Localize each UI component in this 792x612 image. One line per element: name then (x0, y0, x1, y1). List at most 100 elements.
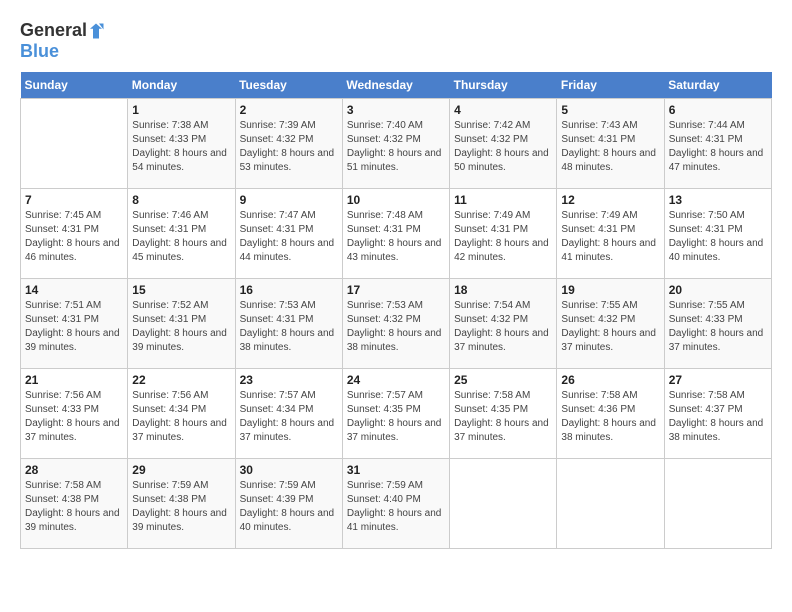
calendar-cell: 22 Sunrise: 7:56 AMSunset: 4:34 PMDayligh… (128, 369, 235, 459)
header-friday: Friday (557, 72, 664, 99)
calendar-cell: 19 Sunrise: 7:55 AMSunset: 4:32 PMDayligh… (557, 279, 664, 369)
day-number: 25 (454, 373, 552, 387)
day-info: Sunrise: 7:57 AMSunset: 4:34 PMDaylight:… (240, 389, 338, 445)
day-number: 21 (25, 373, 123, 387)
calendar-cell: 9 Sunrise: 7:47 AMSunset: 4:31 PMDaylight… (235, 189, 342, 279)
calendar-cell: 27 Sunrise: 7:58 AMSunset: 4:37 PMDayligh… (664, 369, 771, 459)
calendar-cell: 20 Sunrise: 7:55 AMSunset: 4:33 PMDayligh… (664, 279, 771, 369)
day-number: 19 (561, 283, 659, 297)
day-info: Sunrise: 7:59 AMSunset: 4:39 PMDaylight:… (240, 479, 338, 535)
day-info: Sunrise: 7:59 AMSunset: 4:38 PMDaylight:… (132, 479, 230, 535)
header-monday: Monday (128, 72, 235, 99)
calendar-cell: 18Sunrise: 7:54 AMSunset: 4:32 PMDayligh… (450, 279, 557, 369)
calendar-table: SundayMondayTuesdayWednesdayThursdayFrid… (20, 72, 772, 549)
day-info: Sunrise: 7:55 AMSunset: 4:32 PMDaylight:… (561, 299, 659, 355)
calendar-week-4: 28Sunrise: 7:58 AMSunset: 4:38 PMDayligh… (21, 459, 772, 549)
calendar-cell (664, 459, 771, 549)
calendar-cell: 15Sunrise: 7:52 AMSunset: 4:31 PMDayligh… (128, 279, 235, 369)
day-number: 20 (669, 283, 767, 297)
day-number: 12 (561, 193, 659, 207)
day-info: Sunrise: 7:49 AMSunset: 4:31 PMDaylight:… (561, 209, 659, 265)
day-number: 23 (240, 373, 338, 387)
calendar-cell: 29 Sunrise: 7:59 AMSunset: 4:38 PMDayligh… (128, 459, 235, 549)
day-info: Sunrise: 7:53 AMSunset: 4:31 PMDaylight:… (240, 299, 338, 355)
day-info: Sunrise: 7:58 AMSunset: 4:35 PMDaylight:… (454, 389, 552, 445)
day-info: Sunrise: 7:43 AMSunset: 4:31 PMDaylight:… (561, 119, 659, 175)
logo: GeneralBlue (20, 20, 105, 62)
day-info: Sunrise: 7:56 AMSunset: 4:34 PMDaylight:… (132, 389, 230, 445)
day-number: 16 (240, 283, 338, 297)
day-number: 22 (132, 373, 230, 387)
calendar-cell: 7 Sunrise: 7:45 AMSunset: 4:31 PMDaylight… (21, 189, 128, 279)
day-info: Sunrise: 7:45 AMSunset: 4:31 PMDaylight:… (25, 209, 123, 265)
calendar-cell: 16 Sunrise: 7:53 AMSunset: 4:31 PMDayligh… (235, 279, 342, 369)
day-info: Sunrise: 7:58 AMSunset: 4:37 PMDaylight:… (669, 389, 767, 445)
calendar-cell (450, 459, 557, 549)
day-info: Sunrise: 7:50 AMSunset: 4:31 PMDaylight:… (669, 209, 767, 265)
day-info: Sunrise: 7:39 AMSunset: 4:32 PMDaylight:… (240, 119, 338, 175)
calendar-body: 1 Sunrise: 7:38 AMSunset: 4:33 PMDaylight… (21, 99, 772, 549)
day-info: Sunrise: 7:40 AMSunset: 4:32 PMDaylight:… (347, 119, 445, 175)
day-number: 14 (25, 283, 123, 297)
calendar-cell: 12 Sunrise: 7:49 AMSunset: 4:31 PMDayligh… (557, 189, 664, 279)
header-tuesday: Tuesday (235, 72, 342, 99)
day-info: Sunrise: 7:59 AMSunset: 4:40 PMDaylight:… (347, 479, 445, 535)
calendar-cell: 8 Sunrise: 7:46 AMSunset: 4:31 PMDaylight… (128, 189, 235, 279)
day-number: 18 (454, 283, 552, 297)
calendar-cell: 11Sunrise: 7:49 AMSunset: 4:31 PMDayligh… (450, 189, 557, 279)
day-info: Sunrise: 7:58 AMSunset: 4:38 PMDaylight:… (25, 479, 123, 535)
calendar-cell: 25 Sunrise: 7:58 AMSunset: 4:35 PMDayligh… (450, 369, 557, 459)
day-info: Sunrise: 7:51 AMSunset: 4:31 PMDaylight:… (25, 299, 123, 355)
day-info: Sunrise: 7:47 AMSunset: 4:31 PMDaylight:… (240, 209, 338, 265)
calendar-cell: 26Sunrise: 7:58 AMSunset: 4:36 PMDayligh… (557, 369, 664, 459)
day-number: 10 (347, 193, 445, 207)
calendar-cell: 28Sunrise: 7:58 AMSunset: 4:38 PMDayligh… (21, 459, 128, 549)
day-info: Sunrise: 7:55 AMSunset: 4:33 PMDaylight:… (669, 299, 767, 355)
calendar-cell: 21 Sunrise: 7:56 AMSunset: 4:33 PMDayligh… (21, 369, 128, 459)
calendar-cell: 17 Sunrise: 7:53 AMSunset: 4:32 PMDayligh… (342, 279, 449, 369)
header-wednesday: Wednesday (342, 72, 449, 99)
day-number: 4 (454, 103, 552, 117)
calendar-week-3: 21 Sunrise: 7:56 AMSunset: 4:33 PMDayligh… (21, 369, 772, 459)
day-info: Sunrise: 7:56 AMSunset: 4:33 PMDaylight:… (25, 389, 123, 445)
day-info: Sunrise: 7:57 AMSunset: 4:35 PMDaylight:… (347, 389, 445, 445)
calendar-cell: 6 Sunrise: 7:44 AMSunset: 4:31 PMDaylight… (664, 99, 771, 189)
calendar-week-2: 14 Sunrise: 7:51 AMSunset: 4:31 PMDayligh… (21, 279, 772, 369)
calendar-cell: 4 Sunrise: 7:42 AMSunset: 4:32 PMDaylight… (450, 99, 557, 189)
calendar-cell (21, 99, 128, 189)
day-info: Sunrise: 7:44 AMSunset: 4:31 PMDaylight:… (669, 119, 767, 175)
day-info: Sunrise: 7:38 AMSunset: 4:33 PMDaylight:… (132, 119, 230, 175)
logo-general: General (20, 20, 87, 41)
day-info: Sunrise: 7:42 AMSunset: 4:32 PMDaylight:… (454, 119, 552, 175)
day-number: 1 (132, 103, 230, 117)
day-info: Sunrise: 7:49 AMSunset: 4:31 PMDaylight:… (454, 209, 552, 265)
page-header: GeneralBlue (20, 20, 772, 62)
day-number: 2 (240, 103, 338, 117)
day-number: 29 (132, 463, 230, 477)
day-info: Sunrise: 7:53 AMSunset: 4:32 PMDaylight:… (347, 299, 445, 355)
day-number: 8 (132, 193, 230, 207)
day-number: 5 (561, 103, 659, 117)
calendar-cell: 23 Sunrise: 7:57 AMSunset: 4:34 PMDayligh… (235, 369, 342, 459)
calendar-cell: 31 Sunrise: 7:59 AMSunset: 4:40 PMDayligh… (342, 459, 449, 549)
day-number: 31 (347, 463, 445, 477)
day-number: 17 (347, 283, 445, 297)
day-number: 30 (240, 463, 338, 477)
day-number: 27 (669, 373, 767, 387)
calendar-cell (557, 459, 664, 549)
logo-icon (87, 22, 105, 40)
calendar-cell: 2 Sunrise: 7:39 AMSunset: 4:32 PMDaylight… (235, 99, 342, 189)
calendar-cell: 13 Sunrise: 7:50 AMSunset: 4:31 PMDayligh… (664, 189, 771, 279)
calendar-cell: 10Sunrise: 7:48 AMSunset: 4:31 PMDayligh… (342, 189, 449, 279)
day-number: 13 (669, 193, 767, 207)
calendar-week-1: 7 Sunrise: 7:45 AMSunset: 4:31 PMDaylight… (21, 189, 772, 279)
day-number: 24 (347, 373, 445, 387)
day-number: 9 (240, 193, 338, 207)
calendar-cell: 3Sunrise: 7:40 AMSunset: 4:32 PMDaylight… (342, 99, 449, 189)
day-number: 7 (25, 193, 123, 207)
calendar-header-row: SundayMondayTuesdayWednesdayThursdayFrid… (21, 72, 772, 99)
day-number: 6 (669, 103, 767, 117)
day-info: Sunrise: 7:58 AMSunset: 4:36 PMDaylight:… (561, 389, 659, 445)
day-info: Sunrise: 7:46 AMSunset: 4:31 PMDaylight:… (132, 209, 230, 265)
logo-blue: Blue (20, 41, 59, 62)
